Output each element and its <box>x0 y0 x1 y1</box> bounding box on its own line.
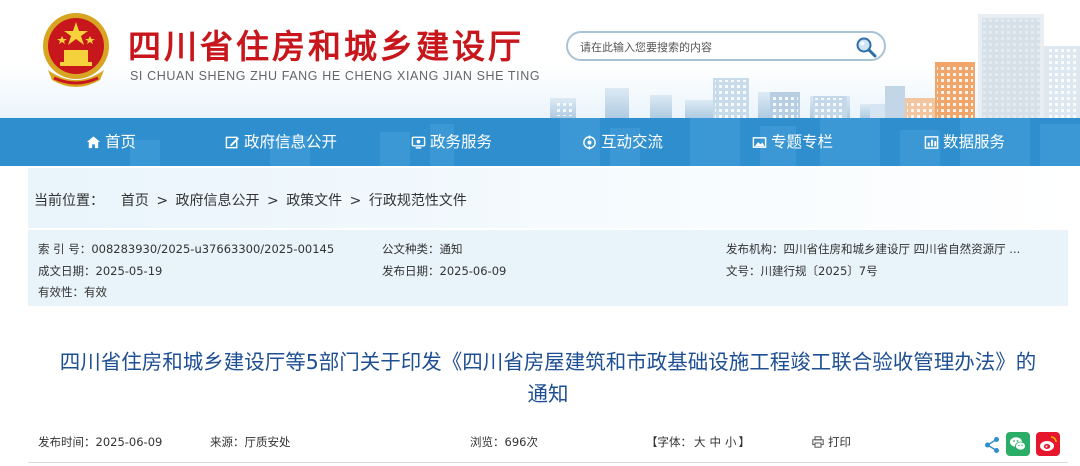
info-label: 来源： <box>210 435 245 449</box>
meta-validity: 有效性：有效 <box>38 284 107 300</box>
print-label: 打印 <box>828 435 851 449</box>
nav-item-label: 数据服务 <box>943 133 1006 151</box>
edit-icon <box>225 136 240 148</box>
nav-item-data-service[interactable]: 数据服务 <box>924 118 1005 166</box>
meta-value: 川建行规〔2025〕7号 <box>760 264 878 278</box>
weibo-icon[interactable] <box>1036 432 1060 456</box>
meta-document-type: 公文种类：通知 <box>382 241 463 257</box>
breadcrumb-separator: > <box>156 193 169 209</box>
nav-item-label: 政府信息公开 <box>244 133 338 151</box>
article-title-line: 四川省住房和城乡建设厅等5部门关于印发《四川省房屋建筑和市政基础设施工程竣工联合… <box>59 350 1037 374</box>
search-icon[interactable] <box>854 35 878 59</box>
nav-skyline-pattern <box>130 118 1080 166</box>
info-value: 696次 <box>504 435 538 449</box>
breadcrumb-link-gov-info[interactable]: 政府信息公开 <box>176 193 260 209</box>
print-button[interactable]: 打印 <box>812 434 851 450</box>
search-input[interactable] <box>580 38 850 56</box>
nav-item-label: 互动交流 <box>601 133 664 151</box>
nav-item-gov-service[interactable]: 政务服务 <box>411 118 492 166</box>
divider <box>28 462 1068 463</box>
article-info-bar: 发布时间：2025-06-09 来源：厅质安处 浏览：696次 【字体：大中小】… <box>28 428 1068 458</box>
meta-value: 四川省住房和城乡建设厅 四川省自然资源厅 ... <box>783 242 1021 256</box>
info-value: 2025-06-09 <box>95 435 163 449</box>
nav-item-label: 首页 <box>105 133 137 151</box>
meta-label: 发布机构： <box>726 242 784 256</box>
search-box <box>566 31 886 61</box>
wechat-icon[interactable] <box>1006 432 1030 456</box>
meta-document-number: 文号：川建行规〔2025〕7号 <box>726 263 878 279</box>
info-value: 厅质安处 <box>244 435 291 449</box>
meta-label: 文号： <box>726 264 761 278</box>
nav-item-home[interactable]: 首页 <box>86 118 136 166</box>
image-icon <box>752 136 767 148</box>
breadcrumb-link-normative-docs[interactable]: 行政规范性文件 <box>369 193 467 209</box>
meta-written-date: 成文日期：2025-05-19 <box>38 263 162 279</box>
font-size-small-button[interactable]: 小 <box>723 435 739 449</box>
breadcrumb-link-home[interactable]: 首页 <box>121 193 149 209</box>
site-title: 四川省住房和城乡建设厅 <box>128 27 524 66</box>
meta-label: 公文种类： <box>382 242 440 256</box>
main-nav: 首页 政府信息公开 政务服务 互动交流 专题专栏 数据服务 <box>0 118 1080 166</box>
document-meta-panel: 索 引 号：008283930/2025-u37663300/2025-0014… <box>28 230 1068 306</box>
info-label: 浏览： <box>470 435 505 449</box>
chart-icon <box>924 135 939 149</box>
breadcrumb-link-policy-docs[interactable]: 政策文件 <box>286 193 342 209</box>
printer-icon <box>812 436 824 448</box>
meta-label: 有效性： <box>38 285 84 299</box>
article-source: 来源：厅质安处 <box>210 434 291 450</box>
meta-issuing-agency: 发布机构：四川省住房和城乡建设厅 四川省自然资源厅 ... <box>726 241 1020 257</box>
font-size-medium-button[interactable]: 中 <box>708 435 724 449</box>
meta-value: 2025-05-19 <box>95 264 163 278</box>
interact-icon <box>583 134 596 150</box>
font-size-large-button[interactable]: 大 <box>692 435 708 449</box>
meta-index-number: 索 引 号：008283930/2025-u37663300/2025-0014… <box>38 241 334 257</box>
font-size-prefix: 【字体： <box>646 435 692 449</box>
breadcrumb-separator: > <box>349 193 362 209</box>
meta-label: 索 引 号： <box>38 242 92 256</box>
font-size-suffix: 】 <box>738 435 751 449</box>
nav-item-special-topics[interactable]: 专题专栏 <box>752 118 833 166</box>
breadcrumb-separator: > <box>267 193 279 209</box>
national-emblem-icon <box>43 13 109 87</box>
nav-item-label: 专题专栏 <box>771 133 834 151</box>
meta-label: 发布日期： <box>382 264 440 278</box>
font-size-control: 【字体：大中小】 <box>646 434 750 450</box>
home-icon <box>86 135 101 148</box>
publish-time: 发布时间：2025-06-09 <box>38 434 162 450</box>
breadcrumb: 当前位置： 首页 > 政府信息公开 > 政策文件 > 行政规范性文件 <box>34 190 467 210</box>
breadcrumb-prefix: 当前位置： <box>34 193 104 209</box>
meta-value: 有效 <box>84 285 107 299</box>
share-icon[interactable] <box>984 436 1000 454</box>
view-count: 浏览：696次 <box>470 434 538 450</box>
nav-item-gov-info[interactable]: 政府信息公开 <box>225 118 337 166</box>
meta-value: 2025-06-09 <box>439 264 507 278</box>
site-pinyin: SI CHUAN SHENG ZHU FANG HE CHENG XIANG J… <box>130 69 541 83</box>
meta-value: 008283930/2025-u37663300/2025-00145 <box>91 242 335 256</box>
article-title-line: 通知 <box>527 382 569 406</box>
meta-label: 成文日期： <box>38 264 96 278</box>
monitor-icon <box>411 136 426 149</box>
meta-value: 通知 <box>439 242 463 256</box>
nav-item-label: 政务服务 <box>430 133 493 151</box>
site-header: 四川省住房和城乡建设厅 SI CHUAN SHENG ZHU FANG HE C… <box>0 0 1080 118</box>
nav-item-interaction[interactable]: 互动交流 <box>582 118 663 166</box>
info-label: 发布时间： <box>38 435 96 449</box>
article-title: 四川省住房和城乡建设厅等5部门关于印发《四川省房屋建筑和市政基础设施工程竣工联合… <box>28 346 1068 410</box>
meta-publish-date: 发布日期：2025-06-09 <box>382 263 506 279</box>
